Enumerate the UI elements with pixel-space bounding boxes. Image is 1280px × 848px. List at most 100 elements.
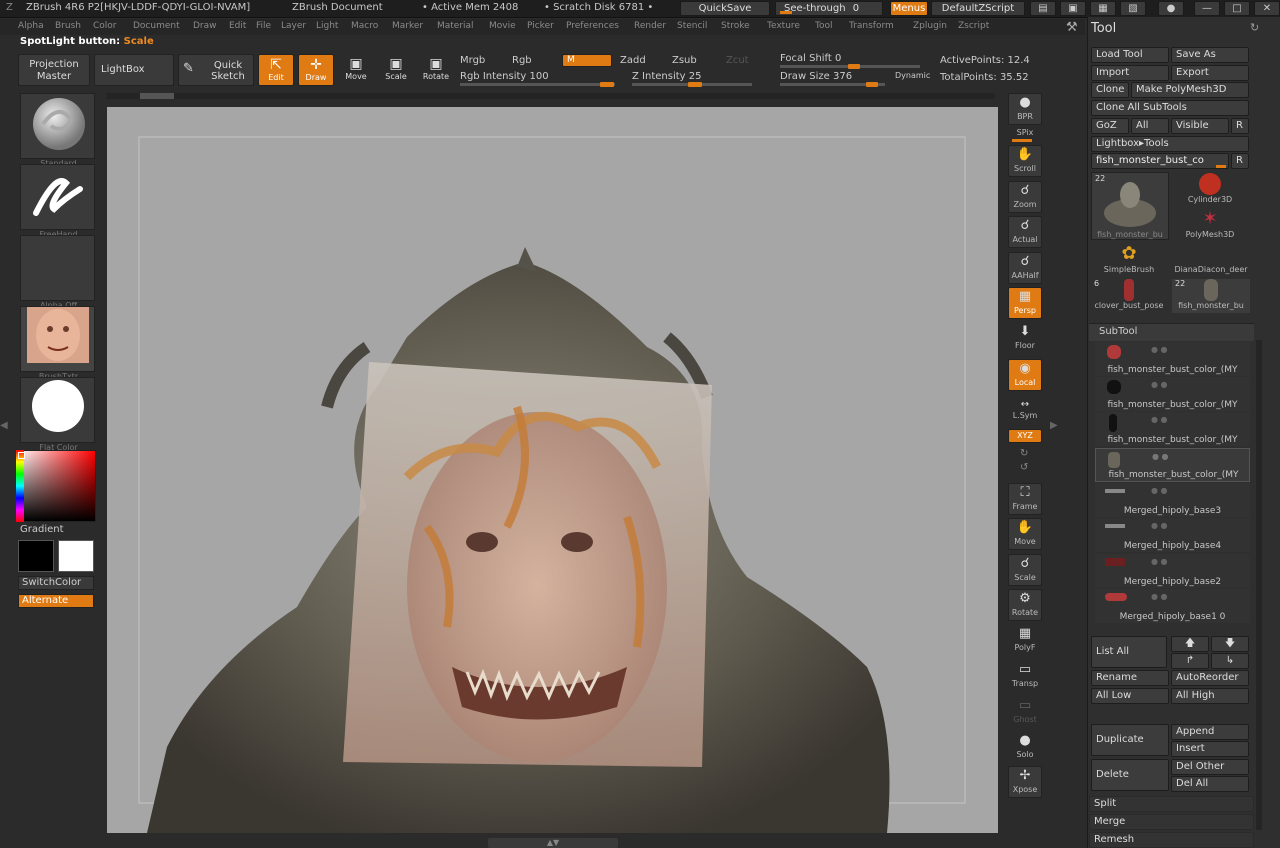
layout3-icon[interactable]: ▧ [1120, 1, 1146, 16]
current-tool-slider[interactable]: fish_monster_bust_co [1091, 153, 1229, 169]
scale-view-button[interactable]: ☌ Scale [1008, 554, 1042, 586]
menu-zscript[interactable]: Zscript [958, 21, 989, 31]
menu-macro[interactable]: Macro [351, 21, 378, 31]
left-tray-arrow-icon[interactable]: ◀ [0, 420, 8, 450]
tool-panel-title[interactable]: Tool [1091, 21, 1116, 36]
refresh-icon[interactable]: ↻ [1250, 21, 1259, 34]
mrgb-button[interactable]: Mrgb [460, 55, 485, 66]
import-button[interactable]: Import [1091, 65, 1169, 81]
menu-tool[interactable]: Tool [815, 21, 832, 31]
menu-layer[interactable]: Layer [281, 21, 306, 31]
subtool-visibility-icons[interactable]: ● ● [1151, 415, 1168, 424]
turn-down-icon[interactable]: ↳ [1211, 653, 1249, 669]
subtool-visibility-icons[interactable]: ● ● [1152, 452, 1169, 461]
menu-color[interactable]: Color [93, 21, 117, 31]
menu-alpha[interactable]: Alpha [18, 21, 44, 31]
tool-polymesh3d[interactable]: ✶ PolyMesh3D [1172, 208, 1248, 242]
export-button[interactable]: Export [1171, 65, 1249, 81]
top-scrollbar[interactable] [105, 93, 995, 99]
actual-button[interactable]: ☌ Actual [1008, 216, 1042, 248]
xyz-button[interactable]: XYZ [1008, 429, 1042, 443]
delete-button[interactable]: Delete [1091, 759, 1169, 791]
tool-dianadiacon[interactable]: DianaDiacon_deer [1172, 243, 1250, 277]
see-through-handle[interactable] [780, 11, 792, 14]
menu-material[interactable]: Material [437, 21, 474, 31]
main-color-swatch[interactable] [18, 540, 54, 572]
bpr-button[interactable]: ● BPR [1008, 93, 1042, 125]
top-scrollbar-thumb[interactable] [140, 93, 174, 99]
list-all-button[interactable]: List All [1091, 636, 1167, 668]
close-icon[interactable]: ✕ [1254, 1, 1280, 16]
load-tool-button[interactable]: Load Tool [1091, 47, 1169, 63]
solo-button[interactable]: ● Solo [1008, 732, 1042, 764]
subtool-visibility-icons[interactable]: ● ● [1151, 521, 1168, 530]
current-tool-r-button[interactable]: R [1231, 153, 1249, 169]
tool-thumb-active[interactable]: 22 fish_monster_bu [1091, 172, 1169, 240]
subtool-visibility-icons[interactable]: ● ● [1151, 592, 1168, 601]
subtool-visibility-icons[interactable]: ● ● [1151, 486, 1168, 495]
focal-shift-handle[interactable] [848, 64, 860, 69]
scale-button[interactable]: ▣ Scale [378, 54, 414, 86]
frame-button[interactable]: ⛶ Frame [1008, 483, 1042, 515]
zcut-button[interactable]: Zcut [726, 55, 749, 66]
focal-shift-label[interactable]: Focal Shift 0 [780, 53, 841, 64]
split-section[interactable]: Split [1089, 796, 1254, 812]
floor-button[interactable]: ⬇ Floor [1008, 323, 1042, 355]
goz-visible-button[interactable]: Visible [1171, 118, 1229, 134]
rgb-intensity-label[interactable]: Rgb Intensity 100 [460, 71, 549, 82]
hue-strip[interactable] [16, 450, 24, 522]
lsym-button[interactable]: ↔ L.Sym [1008, 399, 1042, 423]
rotate-axis-icons[interactable]: ↻ ↺ [1020, 447, 1028, 475]
move-down-icon[interactable]: 🡇 [1211, 636, 1249, 652]
tool-cylinder3d[interactable]: Cylinder3D [1172, 173, 1248, 207]
all-high-button[interactable]: All High [1171, 688, 1249, 704]
zsub-button[interactable]: Zsub [672, 55, 697, 66]
insert-button[interactable]: Insert [1171, 741, 1249, 757]
del-all-button[interactable]: Del All [1171, 776, 1249, 792]
z-intensity-slider[interactable] [632, 82, 752, 87]
aahalf-button[interactable]: ☌ AAHalf [1008, 252, 1042, 284]
menu-document[interactable]: Document [133, 21, 180, 31]
menu-texture[interactable]: Texture [767, 21, 800, 31]
switch-color-button[interactable]: SwitchColor [18, 576, 94, 590]
stroke-thumb[interactable]: FreeHand [20, 164, 95, 239]
goz-all-button[interactable]: All [1131, 118, 1169, 134]
subtool-visibility-icons[interactable]: ● ● [1151, 557, 1168, 566]
subtool-row[interactable]: ● ● fish_monster_bust_color_(MY [1095, 412, 1250, 446]
subtool-visibility-icons[interactable]: ● ● [1151, 380, 1168, 389]
material-thumb[interactable]: Flat Color [20, 377, 95, 452]
gradient-label[interactable]: Gradient [20, 524, 64, 535]
polyf-button[interactable]: ▦ PolyF [1008, 625, 1042, 657]
clone-all-subtools-button[interactable]: Clone All SubTools [1091, 100, 1249, 116]
rgb-button[interactable]: Rgb [512, 55, 532, 66]
goz-button[interactable]: GoZ [1091, 118, 1129, 134]
brush-thumb[interactable]: Standard [20, 93, 95, 168]
subtool-row[interactable]: ● ● Merged_hipoly_base2 [1095, 554, 1250, 588]
layout2-icon[interactable]: ▦ [1090, 1, 1116, 16]
spix-slider[interactable]: SPix [1008, 128, 1042, 142]
transp-button[interactable]: ▭ Transp [1008, 661, 1042, 693]
menu-draw[interactable]: Draw [193, 21, 217, 31]
z-intensity-handle[interactable] [688, 82, 702, 87]
menu-stroke[interactable]: Stroke [721, 21, 750, 31]
subtool-row[interactable]: ● ● fish_monster_bust_color_(MY [1095, 342, 1250, 376]
move-button[interactable]: ▣ Move [338, 54, 374, 86]
hotkeys-icon[interactable]: ▤ [1030, 1, 1056, 16]
lightbox-tools-button[interactable]: Lightbox▸Tools [1091, 136, 1249, 152]
del-other-button[interactable]: Del Other [1171, 759, 1249, 775]
dynamic-toggle[interactable]: Dynamic [895, 71, 930, 80]
current-tool-handle[interactable] [1216, 165, 1226, 168]
minimize-icon[interactable]: — [1194, 1, 1220, 16]
zadd-button[interactable]: Zadd [620, 55, 646, 66]
rgb-intensity-slider[interactable] [460, 82, 615, 87]
bottom-tray-handle[interactable]: ▲▼ [488, 838, 618, 848]
tool-simplebrush[interactable]: ✿ SimpleBrush [1091, 243, 1167, 277]
make-polymesh-button[interactable]: Make PolyMesh3D [1131, 82, 1249, 98]
quicksave-button[interactable]: QuickSave [680, 1, 770, 16]
merge-section[interactable]: Merge [1089, 814, 1254, 830]
spix-handle[interactable] [1012, 139, 1032, 142]
menu-light[interactable]: Light [316, 21, 338, 31]
local-button[interactable]: ◉ Local [1008, 359, 1042, 391]
default-zscript-button[interactable]: DefaultZScript [931, 1, 1025, 16]
draw-size-slider[interactable] [780, 82, 885, 87]
